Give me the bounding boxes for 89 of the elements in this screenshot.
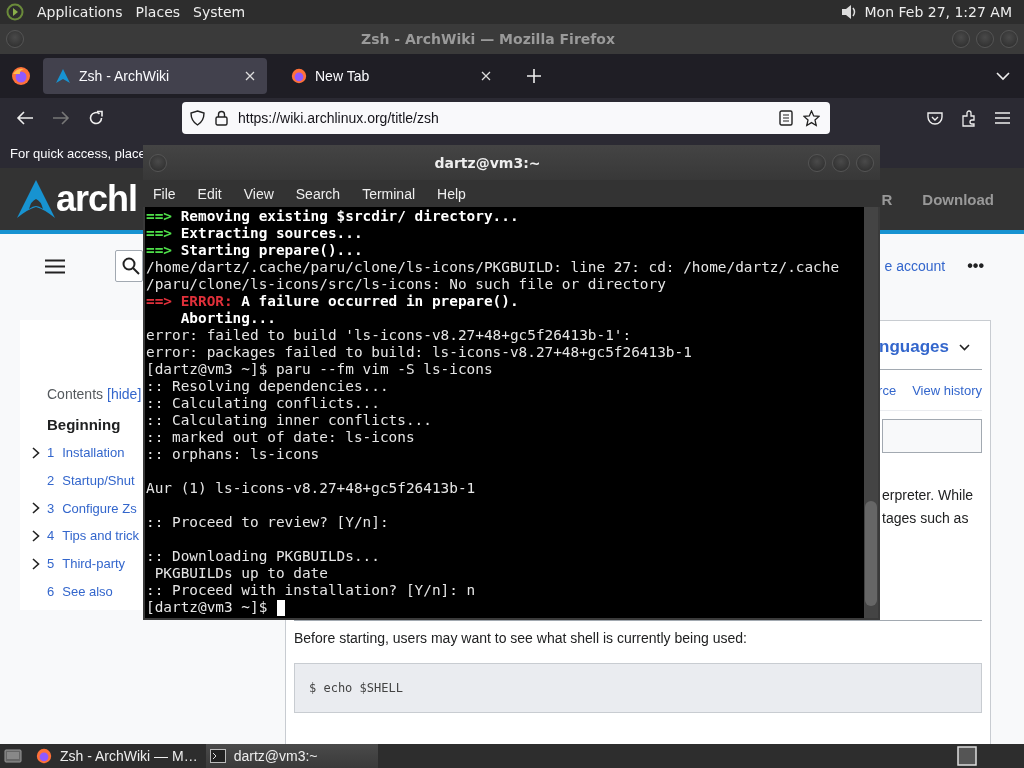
scrollbar[interactable] — [864, 207, 878, 618]
terminal-line: :: Proceed to review? [Y/n]: — [146, 514, 390, 531]
menu-item[interactable]: File — [153, 185, 176, 202]
languages-button[interactable]: nguages — [879, 337, 949, 357]
url-text: https://wiki.archlinux.org/title/zsh — [238, 110, 439, 126]
firefox-icon[interactable] — [11, 66, 31, 86]
terminal-line: :: marked out of date: ls-icons — [146, 429, 416, 446]
menu-item[interactable]: View — [243, 185, 274, 202]
menu-item[interactable]: Help — [437, 185, 466, 202]
code-block: $ echo $SHELL — [294, 663, 982, 713]
chevron-down-icon[interactable] — [959, 343, 970, 351]
panel-menu[interactable]: System — [193, 4, 246, 20]
window-title: dartz@vm3:~ — [433, 154, 542, 171]
firefox-icon — [36, 748, 52, 764]
menu-item[interactable]: Terminal — [362, 185, 416, 202]
menu-item[interactable]: Edit — [197, 185, 222, 202]
reader-view-icon[interactable] — [779, 110, 793, 126]
terminal-line: PKGBUILDs up to date — [153, 565, 329, 582]
contents-item[interactable]: 6 See also — [47, 583, 113, 599]
site-nav-link[interactable]: Download — [922, 190, 994, 208]
workspace-icon[interactable] — [957, 746, 977, 766]
new-tab-icon[interactable] — [527, 69, 541, 83]
show-desktop-icon[interactable] — [4, 748, 22, 764]
contents-item[interactable]: 5 Third-party — [47, 556, 126, 572]
lock-icon[interactable] — [215, 110, 228, 126]
paragraph: Before starting, users may want to see what shell is currently being used: — [294, 630, 748, 646]
reload-icon[interactable] — [88, 110, 104, 126]
menu-icon[interactable] — [45, 258, 65, 274]
contents-heading[interactable]: Beginning — [47, 416, 121, 433]
arch-logo-icon[interactable] — [16, 179, 56, 219]
terminal-line: /paru/clone/ls-icons/src/ls-icons: No such file or directory — [146, 276, 667, 293]
site-nav-link[interactable]: R — [881, 190, 893, 208]
input-field[interactable] — [882, 419, 982, 453]
arch-logo-icon — [55, 68, 71, 84]
taskbar-button[interactable]: dartz@vm3:~ — [205, 744, 378, 768]
extensions-icon[interactable] — [961, 109, 977, 127]
terminal-line: ==> Starting prepare()... — [146, 242, 364, 259]
terminal-line: ==> ERROR: A failure occurred in prepare(). — [146, 293, 520, 310]
contents-title: Contents — [47, 386, 104, 402]
menu-item[interactable]: Search — [295, 185, 341, 202]
contents-item[interactable]: 3 Configure Zs — [47, 500, 137, 516]
terminal-line: :: Downloading PKGBUILDs... — [146, 548, 381, 565]
firefox-icon — [291, 68, 307, 84]
window-title: Zsh - ArchWiki — Mozilla Firefox — [360, 31, 616, 47]
terminal-line: :: Calculating conflicts... — [146, 395, 381, 412]
terminal-icon — [209, 749, 226, 763]
site-logo-text[interactable]: archl — [56, 178, 138, 220]
terminal-line: :: orphans: ls-icons — [146, 446, 321, 463]
contents-item[interactable]: 1 Installation — [47, 445, 125, 461]
terminal-line: [dartz@vm3 ~]$ — [146, 599, 268, 616]
more-options-button[interactable]: ••• — [967, 257, 984, 275]
close-icon[interactable] — [245, 71, 255, 81]
terminal-line: :: Resolving dependencies... — [146, 378, 390, 395]
logo-icon[interactable] — [6, 3, 24, 21]
hide-link[interactable]: [hide] — [107, 386, 142, 402]
chevron-right-icon[interactable] — [32, 446, 40, 459]
address-bar[interactable]: https://wiki.archlinux.org/title/zsh — [182, 102, 830, 134]
close-icon[interactable] — [481, 71, 491, 81]
back-icon[interactable] — [16, 110, 34, 126]
taskbar-button[interactable]: Zsh - ArchWiki — M… — [32, 744, 206, 768]
terminal-line: Aur (1) ls-icons-v8.27+48+gc5f26413b-1 — [146, 480, 477, 497]
paragraph-line: erpreter. While — [882, 486, 975, 505]
chevron-right-icon[interactable] — [32, 557, 40, 570]
search-field[interactable] — [115, 250, 143, 282]
contents-item[interactable]: 2 Startup/Shut — [47, 473, 135, 489]
terminal-line: ==> Extracting sources... — [146, 225, 364, 242]
clock[interactable]: Mon Feb 27, 1:27 AM — [864, 4, 1012, 20]
browser-tab[interactable]: Zsh - ArchWiki — [43, 58, 267, 94]
terminal-line: error: packages failed to build: ls-icons-v8.27+48+gc5f26413b-1 — [146, 344, 693, 361]
chevron-right-icon[interactable] — [32, 502, 40, 515]
page-tab[interactable]: View history — [912, 382, 982, 398]
paragraph-line: tages such as — [882, 509, 970, 528]
chevron-right-icon[interactable] — [32, 529, 40, 542]
terminal-line: /home/dartz/.cache/paru/clone/ls-icons/PKGBUILD: line 27: cd: /home/dartz/.cache — [146, 259, 841, 276]
contents-item[interactable]: 4 Tips and trick — [47, 528, 140, 544]
panel-menu[interactable]: Applications — [37, 4, 123, 20]
terminal-line: :: Calculating inner conflicts... — [146, 412, 433, 429]
terminal-line: [dartz@vm3 ~]$ paru --fm vim -S ls-icons — [146, 361, 494, 378]
terminal-line: Aborting... — [179, 310, 277, 327]
star-icon[interactable] — [803, 109, 820, 127]
create-account-link[interactable]: e account — [884, 258, 946, 274]
pocket-icon[interactable] — [927, 110, 943, 126]
panel-menu[interactable]: Places — [135, 4, 181, 20]
browser-tab[interactable]: New Tab — [279, 58, 503, 94]
search-icon — [122, 257, 140, 275]
terminal-line: ==> Removing existing $srcdir/ directory... — [146, 208, 520, 225]
shield-icon[interactable] — [190, 110, 205, 126]
terminal-line: :: Proceed with installation? [Y/n]: n — [146, 582, 477, 599]
terminal-line: error: failed to build 'ls-icons-v8.27+48+gc5f26413b-1': — [146, 327, 633, 344]
